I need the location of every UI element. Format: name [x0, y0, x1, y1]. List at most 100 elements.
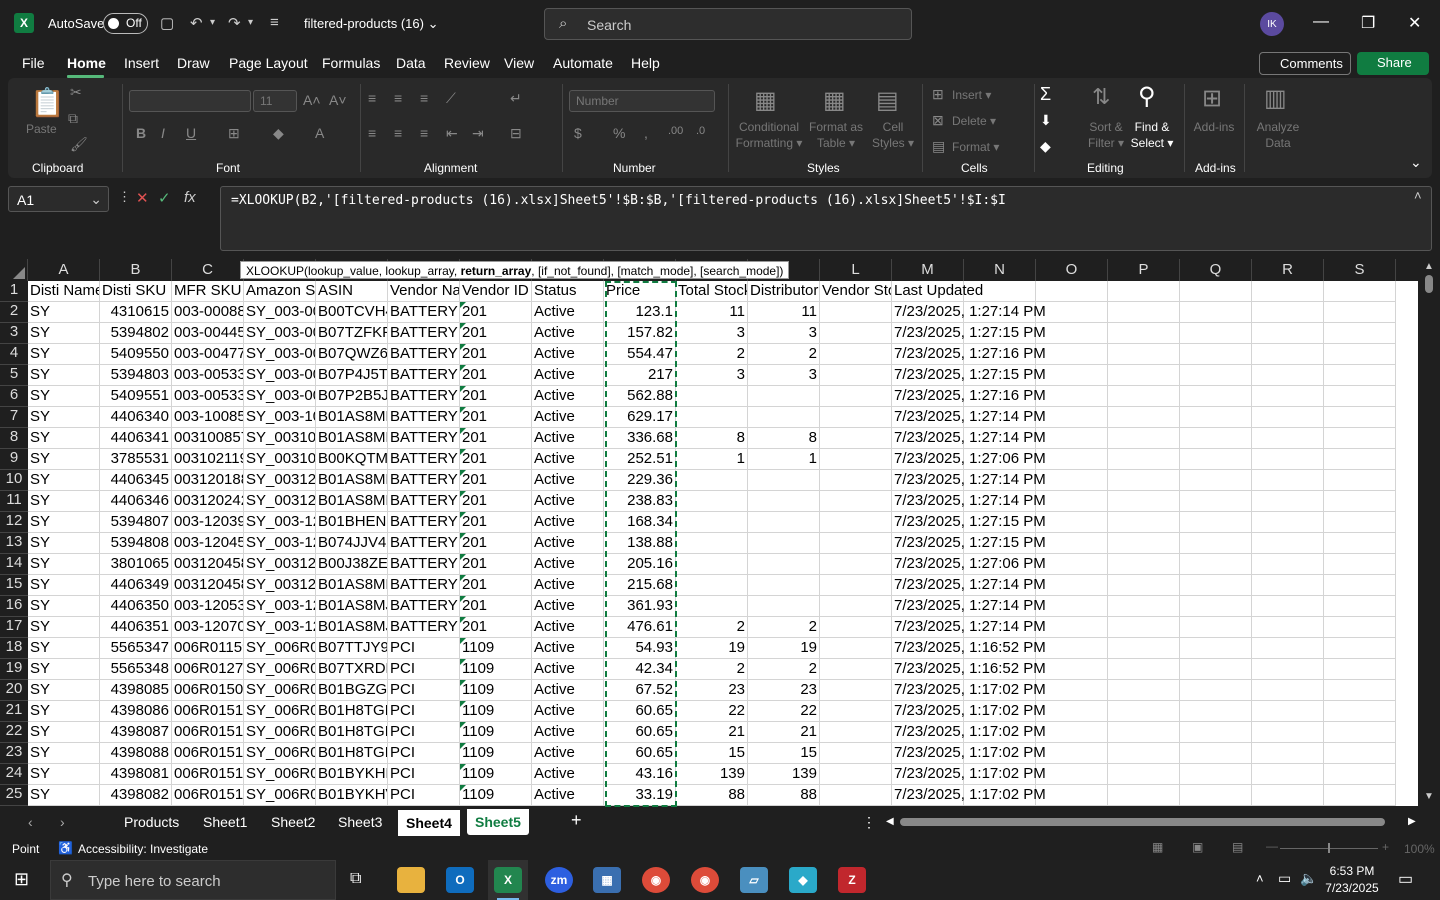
table-cell[interactable]: 8 [676, 428, 748, 449]
table-cell[interactable]: SY_006R01 [244, 680, 316, 701]
table-cell[interactable]: SY [28, 701, 100, 722]
table-cell[interactable]: B07P2B5JF [316, 386, 388, 407]
table-cell[interactable]: SY_003-00 [244, 365, 316, 386]
table-cell[interactable]: 003120458 [172, 575, 244, 596]
formula-input[interactable]: =XLOOKUP(B2,'[filtered-products (16).xls… [220, 186, 1432, 251]
table-cell[interactable]: SY_003-12 [244, 617, 316, 638]
table-cell[interactable]: 4406350 [100, 596, 172, 617]
row-header[interactable]: 18 [0, 638, 28, 659]
column-header-c[interactable]: C [172, 259, 244, 281]
table-cell[interactable]: PCI [388, 659, 460, 680]
task-view-icon[interactable]: ⧉ [350, 870, 361, 888]
table-cell[interactable]: 201 [460, 575, 532, 596]
table-cell[interactable] [1252, 617, 1324, 638]
table-cell[interactable] [820, 344, 892, 365]
table-cell[interactable]: 1 [748, 449, 820, 470]
table-cell[interactable]: 7/23/2025, 1:16:52 PM [892, 659, 1046, 680]
table-cell[interactable] [748, 596, 820, 617]
table-cell[interactable]: 7/23/2025, 1:27:16 PM [892, 386, 1046, 407]
table-cell[interactable] [1252, 344, 1324, 365]
page-layout-icon[interactable]: ▣ [1192, 840, 1203, 854]
table-cell[interactable] [1324, 617, 1396, 638]
table-cell[interactable]: 21 [748, 722, 820, 743]
zoom-slider-thumb[interactable] [1328, 843, 1330, 853]
header-cell[interactable]: MFR SKU [172, 281, 244, 302]
table-cell[interactable]: 201 [460, 617, 532, 638]
header-cell[interactable] [1324, 281, 1396, 302]
table-cell[interactable] [1180, 428, 1252, 449]
table-cell[interactable] [820, 659, 892, 680]
table-cell[interactable] [1180, 596, 1252, 617]
table-cell[interactable] [1252, 575, 1324, 596]
select-all-corner[interactable] [0, 259, 28, 281]
row-header[interactable]: 25 [0, 785, 28, 806]
format-painter-icon[interactable]: 🖌 [70, 136, 88, 153]
prev-sheet-icon[interactable]: ‹ [28, 814, 33, 830]
table-cell[interactable] [1108, 554, 1180, 575]
table-cell[interactable] [1324, 407, 1396, 428]
table-cell[interactable]: Active [532, 701, 604, 722]
bottom-align-icon[interactable]: ≡ [420, 90, 428, 106]
header-cell[interactable]: Vendor ID [460, 281, 532, 302]
table-cell[interactable]: 7/23/2025, 1:17:02 PM [892, 764, 1046, 785]
column-header-a[interactable]: A [28, 259, 100, 281]
column-header-o[interactable]: O [1036, 259, 1108, 281]
fill-color-icon[interactable]: ◆ [273, 125, 284, 142]
table-cell[interactable]: 252.51 [604, 449, 676, 470]
table-cell[interactable]: B01BYKHP [316, 764, 388, 785]
taskbar-search[interactable]: ⚲ Type here to search [50, 860, 336, 900]
table-cell[interactable] [1108, 638, 1180, 659]
row-header[interactable]: 1 [0, 281, 28, 302]
table-cell[interactable] [1252, 470, 1324, 491]
header-cell[interactable]: Status [532, 281, 604, 302]
app-diamond-icon[interactable]: ◆ [789, 867, 817, 893]
table-cell[interactable]: 1109 [460, 680, 532, 701]
table-cell[interactable] [1108, 701, 1180, 722]
table-cell[interactable]: 229.36 [604, 470, 676, 491]
table-cell[interactable] [1108, 512, 1180, 533]
scroll-down-icon[interactable]: ▼ [1424, 791, 1434, 802]
table-cell[interactable]: Active [532, 428, 604, 449]
table-cell[interactable]: Active [532, 386, 604, 407]
table-cell[interactable]: B01AS8MJ [316, 596, 388, 617]
table-cell[interactable]: BATTERY T [388, 470, 460, 491]
table-cell[interactable]: 201 [460, 323, 532, 344]
table-cell[interactable]: 003120242 [172, 491, 244, 512]
table-cell[interactable]: SY [28, 596, 100, 617]
notifications-icon[interactable]: ▭ [1398, 869, 1413, 889]
table-cell[interactable] [1036, 512, 1108, 533]
table-cell[interactable]: 3 [676, 365, 748, 386]
column-header-l[interactable]: L [820, 259, 892, 281]
table-cell[interactable]: BATTERY T [388, 491, 460, 512]
table-cell[interactable] [1180, 785, 1252, 806]
table-cell[interactable] [1252, 596, 1324, 617]
table-cell[interactable] [748, 407, 820, 428]
header-cell[interactable] [1108, 281, 1180, 302]
table-cell[interactable] [1324, 743, 1396, 764]
table-cell[interactable] [820, 743, 892, 764]
redo-icon[interactable]: ↷ [228, 14, 241, 32]
table-cell[interactable]: 22 [676, 701, 748, 722]
table-cell[interactable]: 1109 [460, 638, 532, 659]
table-cell[interactable]: PCI [388, 785, 460, 806]
tab-insert[interactable]: Insert [124, 55, 159, 71]
table-cell[interactable]: Active [532, 743, 604, 764]
insert-cells-icon[interactable]: ⊞ [932, 86, 944, 103]
increase-indent-icon[interactable]: ⇥ [472, 125, 484, 142]
table-cell[interactable]: Active [532, 407, 604, 428]
table-cell[interactable]: 15 [748, 743, 820, 764]
table-cell[interactable]: 215.68 [604, 575, 676, 596]
table-cell[interactable] [1252, 659, 1324, 680]
table-cell[interactable] [1252, 533, 1324, 554]
decrease-indent-icon[interactable]: ⇤ [446, 125, 458, 142]
tab-review[interactable]: Review [444, 55, 490, 71]
find-select-label[interactable]: Find & Select ▾ [1128, 119, 1176, 151]
add-ins-icon[interactable]: ⊞ [1202, 84, 1222, 113]
row-header[interactable]: 24 [0, 764, 28, 785]
row-header[interactable]: 5 [0, 365, 28, 386]
table-cell[interactable]: B07TXRDB [316, 659, 388, 680]
format-as-table-icon[interactable]: ▦ [823, 86, 846, 115]
table-cell[interactable]: 7/23/2025, 1:27:16 PM [892, 344, 1046, 365]
chrome-icon[interactable]: ◉ [642, 867, 670, 893]
table-cell[interactable]: 60.65 [604, 701, 676, 722]
